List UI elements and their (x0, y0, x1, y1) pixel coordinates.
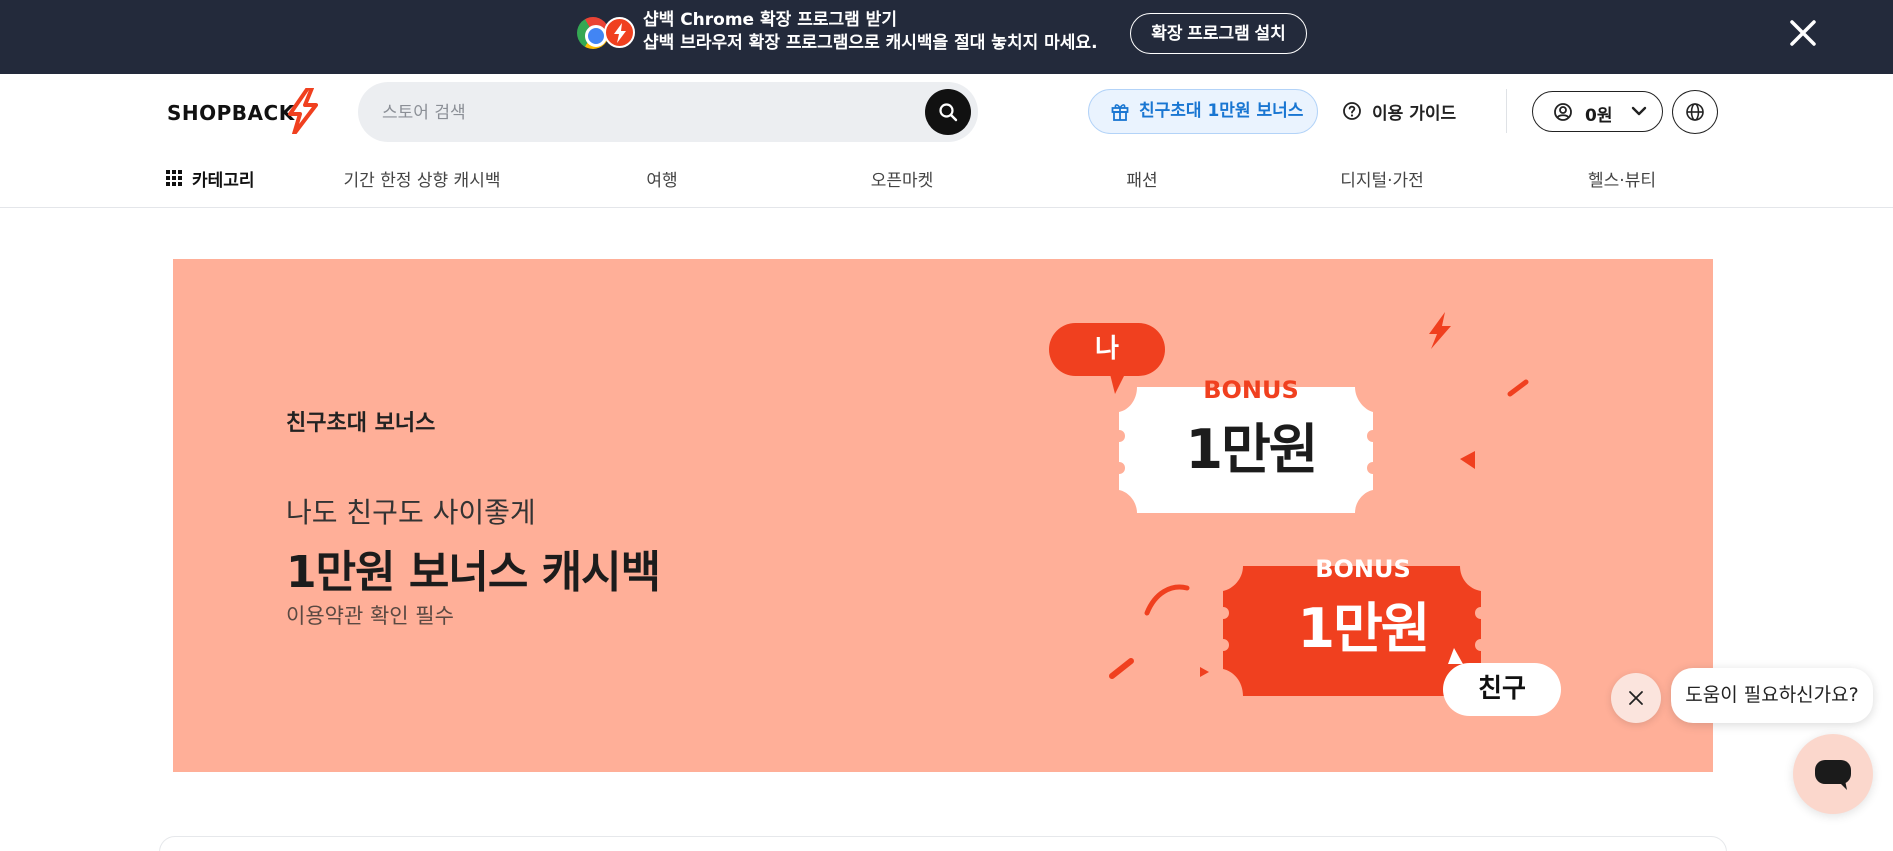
help-bubble[interactable]: 도움이 필요하신가요? (1671, 668, 1873, 723)
ticket-1-bonus: BONUS (1203, 376, 1299, 404)
usage-guide-label: 이용 가이드 (1372, 104, 1457, 124)
help-close-button[interactable] (1611, 673, 1661, 723)
user-icon (1554, 103, 1572, 121)
header-divider (1506, 89, 1507, 133)
nav-item-travel[interactable]: 여행 (646, 166, 677, 191)
extension-banner: 샵백 Chrome 확장 프로그램 받기 샵백 브라우저 확장 프로그램으로 캐… (0, 0, 1893, 74)
hero-eyebrow: 친구초대 보너스 (286, 411, 436, 436)
nav-item-health-beauty[interactable]: 헬스·뷰티 (1588, 166, 1656, 191)
search-button[interactable] (925, 89, 971, 135)
shopback-logo-icon (604, 17, 635, 48)
tag-me-tail (1110, 374, 1125, 394)
hero-heading: 1만원 보너스 캐시백 (286, 547, 661, 598)
wallet-balance: 0원 (1585, 106, 1613, 126)
close-icon (1629, 691, 1643, 705)
nav-item-fashion[interactable]: 패션 (1126, 166, 1157, 191)
logo-text: SHOPBACK (167, 101, 295, 125)
tag-friend: 친구 (1443, 663, 1561, 716)
globe-icon (1686, 103, 1704, 121)
extension-title: 샵백 Chrome 확장 프로그램 받기 (643, 10, 897, 30)
question-icon (1343, 102, 1361, 120)
bolt-icon (288, 88, 318, 134)
nav-item-digital[interactable]: 디지털·가전 (1340, 166, 1424, 191)
arc-confetti (1144, 584, 1190, 616)
bolt-confetti (1429, 312, 1451, 349)
category-label: 카테고리 (192, 171, 255, 191)
language-button[interactable] (1672, 90, 1718, 134)
wallet-button[interactable]: 0원 (1532, 91, 1663, 132)
chat-icon (1815, 760, 1851, 790)
shopback-logo[interactable]: SHOPBACK (167, 88, 318, 134)
triangle-confetti (1460, 451, 1475, 469)
gift-icon (1111, 104, 1129, 121)
tag-me: 나 (1049, 323, 1165, 376)
invite-bonus-button[interactable]: 친구초대 1만원 보너스 (1088, 89, 1318, 134)
help-chat-launcher[interactable] (1793, 734, 1873, 814)
triangle-confetti-2 (1200, 667, 1209, 677)
extension-text: 샵백 Chrome 확장 프로그램 받기 샵백 브라우저 확장 프로그램으로 캐… (643, 9, 1098, 55)
ticket-2-bonus: BONUS (1315, 555, 1411, 583)
dash-confetti (1507, 379, 1529, 397)
chevron-down-icon (1631, 106, 1647, 116)
ticket-2-amount: 1만원 (1297, 597, 1431, 660)
content-card (159, 836, 1727, 851)
invite-bonus-label: 친구초대 1만원 보너스 (1139, 101, 1304, 121)
extension-logos (577, 17, 635, 51)
search-bar (358, 82, 978, 142)
extension-subtitle: 샵백 브라우저 확장 프로그램으로 캐시백을 절대 놓치지 마세요. (643, 33, 1098, 53)
nav-divider (0, 207, 1893, 208)
ticket-1-amount: 1만원 (1185, 418, 1319, 481)
hero-subheading: 나도 친구도 사이좋게 (286, 496, 536, 529)
nav-item-limited-cashback[interactable]: 기간 한정 상향 캐시백 (344, 166, 501, 191)
grid-icon (166, 170, 182, 186)
close-icon[interactable] (1788, 18, 1818, 48)
dash-confetti-2 (1109, 658, 1134, 679)
hero-note: 이용약관 확인 필수 (286, 604, 454, 628)
hero-banner[interactable]: 친구초대 보너스 나도 친구도 사이좋게 1만원 보너스 캐시백 이용약관 확인… (173, 259, 1713, 772)
nav-item-open-market[interactable]: 오픈마켓 (871, 166, 934, 191)
search-icon (939, 103, 958, 122)
search-input[interactable] (382, 100, 902, 126)
install-extension-button[interactable]: 확장 프로그램 설치 (1130, 13, 1307, 54)
